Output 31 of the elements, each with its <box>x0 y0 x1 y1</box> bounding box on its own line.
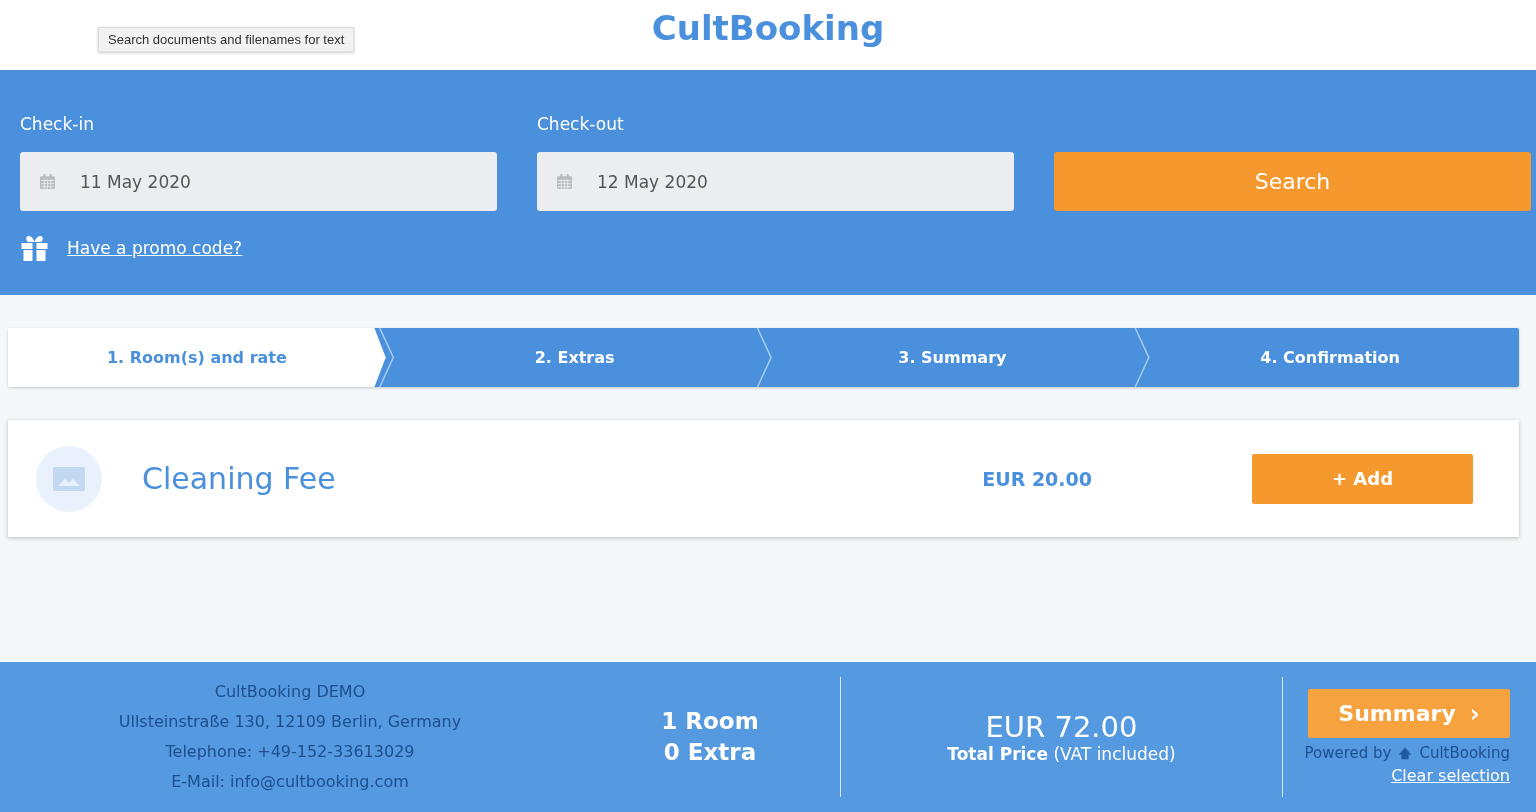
powered-brand: CultBooking <box>1419 744 1510 762</box>
vat-note: (VAT included) <box>1053 744 1176 764</box>
date-field[interactable]: 11 May 2020 <box>20 152 497 211</box>
company-info: Telephone: +49-152-33613029 <box>165 741 415 763</box>
promo-code-link[interactable]: Have a promo code? <box>67 238 243 258</box>
company-info: Ullsteinstraße 130, 12109 Berlin, Germany <box>118 711 462 733</box>
step-tab[interactable]: 1. Room(s) and rate <box>8 328 386 387</box>
extra-name: Cleaning Fee <box>142 461 337 496</box>
company-info: E-Mail: info@cultbooking.com <box>171 771 409 793</box>
field-label: Check-in <box>20 114 95 134</box>
step-tab[interactable]: 2. Extras <box>385 328 764 387</box>
tooltip: Search documents and filenames for text <box>98 27 355 52</box>
company-info: CultBooking DEMO <box>214 681 366 703</box>
total-price-label: Total Price <box>947 744 1048 764</box>
room-count: 1 Room <box>661 707 759 736</box>
search-button[interactable]: Search <box>1054 152 1531 211</box>
summary-button[interactable]: Summary › <box>1308 689 1510 738</box>
total-price: EUR 72.00 <box>985 710 1138 744</box>
calendar-icon <box>39 173 56 190</box>
date-field[interactable]: 12 May 2020 <box>537 152 1014 211</box>
extra-count: 0 Extra <box>663 738 757 767</box>
clear-selection-link[interactable]: Clear selection <box>1391 766 1510 785</box>
logo[interactable]: CultBooking <box>651 8 885 48</box>
powered-by-text: Powered by <box>1304 744 1392 762</box>
add-button[interactable]: + Add <box>1252 453 1473 504</box>
field-label: Check-out <box>537 114 625 134</box>
step-tab[interactable]: 3. Summary <box>763 328 1142 387</box>
extra-price: EUR 20.00 <box>982 467 1092 490</box>
step-tab[interactable]: 4. Confirmation <box>1141 328 1519 387</box>
gift-icon <box>20 235 49 261</box>
calendar-icon <box>556 173 573 190</box>
